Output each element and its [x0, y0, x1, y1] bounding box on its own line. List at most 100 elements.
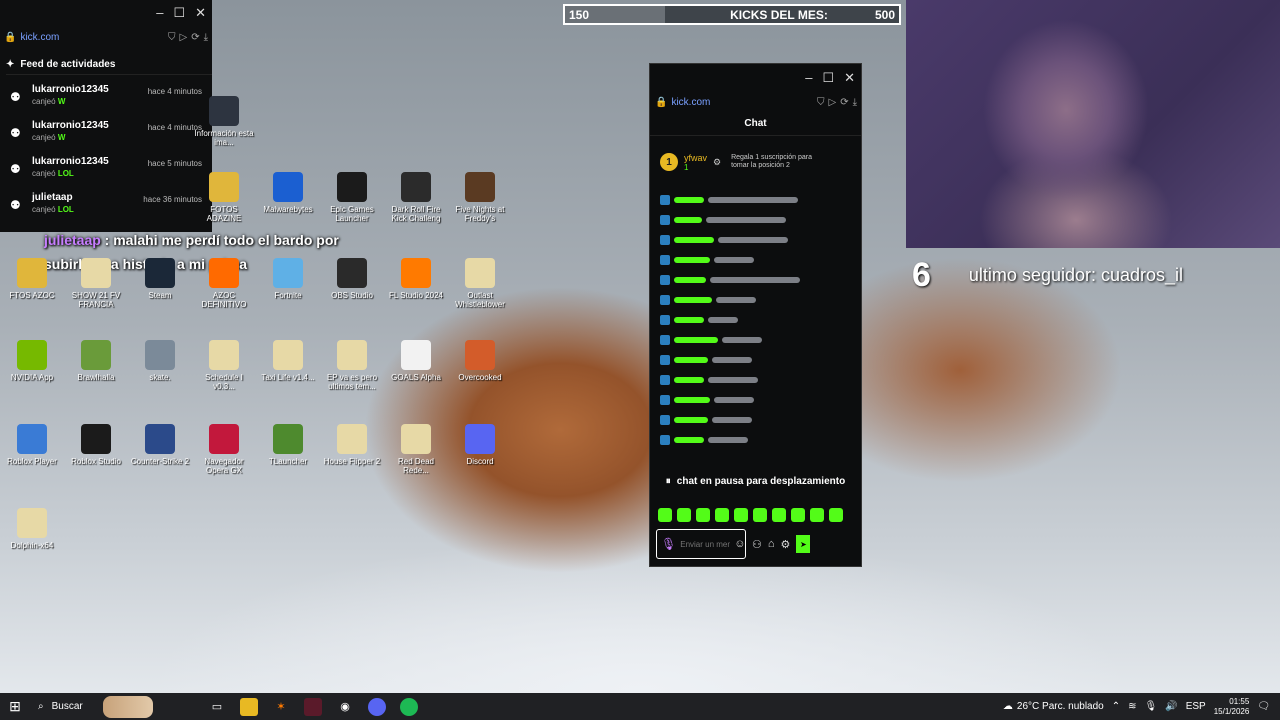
- extension-icon[interactable]: ⟳: [191, 32, 199, 43]
- mic-icon[interactable]: 🎙: [661, 537, 676, 551]
- chat-username[interactable]: [674, 317, 704, 323]
- opera-gx-taskbar-icon[interactable]: [304, 697, 322, 716]
- close-icon[interactable]: ✕: [844, 70, 855, 86]
- emote-icon[interactable]: [753, 508, 767, 522]
- speaker-icon[interactable]: 🔊: [1165, 701, 1177, 712]
- chevron-up-icon[interactable]: ⌃: [1112, 701, 1120, 712]
- desktop-icon[interactable]: FTOS AZOC: [2, 258, 62, 300]
- url-text[interactable]: kick.com: [20, 32, 164, 43]
- message-field[interactable]: [680, 539, 731, 549]
- notification-icon[interactable]: 🗨: [1257, 701, 1270, 712]
- chat-username[interactable]: [674, 417, 708, 423]
- emoji-icon[interactable]: ☺: [734, 538, 745, 550]
- taskbar-search[interactable]: ⌕ Buscar: [30, 693, 190, 720]
- desktop-icon[interactable]: Brawlhalla: [66, 340, 126, 382]
- file-explorer-icon[interactable]: [240, 697, 258, 716]
- obs-taskbar-icon[interactable]: ◉: [336, 698, 354, 716]
- weather-widget[interactable]: ☁ 26°C Parc. nublado: [1003, 701, 1104, 712]
- desktop-icon[interactable]: Schedule I v0.3...: [194, 340, 254, 391]
- address-bar[interactable]: 🔒 kick.com ⛉ ▷ ⟳ ⤓: [655, 94, 857, 110]
- chat-username[interactable]: [674, 217, 702, 223]
- desktop-icon[interactable]: skate.: [130, 340, 190, 382]
- desktop-icon[interactable]: NVIDIA App: [2, 340, 62, 382]
- play-icon[interactable]: ▷: [828, 97, 836, 108]
- desktop-icon[interactable]: Roblox Studio: [66, 424, 126, 466]
- download-icon[interactable]: ⤓: [853, 97, 857, 108]
- chat-username[interactable]: [674, 437, 704, 443]
- chat-username[interactable]: [674, 237, 714, 243]
- shield-icon[interactable]: ⛉: [168, 32, 176, 43]
- desktop-icon[interactable]: Outlast Whistleblower: [450, 258, 510, 309]
- play-icon[interactable]: ▷: [179, 32, 187, 43]
- chat-username[interactable]: [674, 397, 710, 403]
- chat-username[interactable]: [674, 257, 710, 263]
- url-text[interactable]: kick.com: [671, 97, 813, 108]
- chat-username[interactable]: [674, 277, 706, 283]
- minimize-icon[interactable]: –: [156, 5, 163, 21]
- emote-icon[interactable]: [715, 508, 729, 522]
- desktop-icon[interactable]: GOALS Alpha: [386, 340, 446, 382]
- desktop-icon[interactable]: Overcooked: [450, 340, 510, 382]
- download-icon[interactable]: ⤓: [204, 32, 208, 43]
- desktop-icon[interactable]: Malwarebytes: [258, 172, 318, 214]
- desktop-icon[interactable]: FOTOS ADAZINE: [194, 172, 254, 223]
- mic-tray-icon[interactable]: 🎙: [1145, 701, 1158, 712]
- desktop-icon[interactable]: Discord: [450, 424, 510, 466]
- desktop-icon[interactable]: Steam: [130, 258, 190, 300]
- emote-icon[interactable]: [791, 508, 805, 522]
- desktop-icon[interactable]: SHOW 21 FV FRANCIA: [66, 258, 126, 309]
- chat-username[interactable]: [674, 297, 712, 303]
- desktop-icon[interactable]: Fortnite: [258, 258, 318, 300]
- clock[interactable]: 01:55 15/1/2026: [1214, 697, 1250, 717]
- task-view-icon[interactable]: ▭: [208, 698, 226, 716]
- desktop-icon[interactable]: Información esta ima...: [194, 96, 254, 147]
- emote-icon[interactable]: [677, 508, 691, 522]
- discord-taskbar-icon[interactable]: [368, 697, 386, 716]
- chat-username[interactable]: [674, 337, 718, 343]
- desktop-icon[interactable]: Taxi Life v1.4...: [258, 340, 318, 382]
- language-indicator[interactable]: ESP: [1186, 701, 1206, 712]
- maximize-icon[interactable]: ☐: [822, 70, 834, 86]
- chat-input[interactable]: 🎙 ☺: [656, 529, 746, 559]
- desktop-icon[interactable]: Epic Games Launcher: [322, 172, 382, 223]
- fl-studio-taskbar-icon[interactable]: ✶: [272, 698, 290, 716]
- chat-messages[interactable]: [660, 192, 851, 472]
- desktop-icon[interactable]: Navegador Opera GX: [194, 424, 254, 475]
- desktop-icon[interactable]: EP va es pero ultimos tem...: [322, 340, 382, 391]
- settings-icon[interactable]: ⚙: [781, 538, 791, 551]
- emote-icon[interactable]: [696, 508, 710, 522]
- desktop-icon[interactable]: Dolphin-x64: [2, 508, 62, 550]
- emote-icon[interactable]: [734, 508, 748, 522]
- store-icon[interactable]: ⌂: [768, 538, 775, 550]
- emote-icon[interactable]: [658, 508, 672, 522]
- desktop-icon[interactable]: Red Dead Rede...: [386, 424, 446, 475]
- desktop-icon[interactable]: Five Nights at Freddy's: [450, 172, 510, 223]
- desktop-icon[interactable]: House Flipper 2: [322, 424, 382, 466]
- emote-bar[interactable]: [658, 508, 853, 522]
- emote-icon[interactable]: [772, 508, 786, 522]
- desktop-icon[interactable]: AZOC DEFINITIVO: [194, 258, 254, 309]
- close-icon[interactable]: ✕: [195, 5, 206, 21]
- windows-start-icon[interactable]: ⊞: [0, 698, 30, 715]
- desktop-icon[interactable]: Dark Roll Fire Kick Challeng: [386, 172, 446, 223]
- desktop-icon[interactable]: Counter-Strike 2: [130, 424, 190, 466]
- desktop-icon[interactable]: Roblox Player: [2, 424, 62, 466]
- users-icon[interactable]: ⚇: [752, 538, 762, 551]
- address-bar[interactable]: 🔒 kick.com ⛉ ▷ ⟳ ⤓: [4, 28, 208, 46]
- search-highlight-image[interactable]: [102, 695, 153, 718]
- desktop-icon[interactable]: FL Studio 2024: [386, 258, 446, 300]
- chat-username[interactable]: [674, 357, 708, 363]
- wifi-icon[interactable]: ≋: [1128, 701, 1136, 712]
- emote-icon[interactable]: [829, 508, 843, 522]
- shield-icon[interactable]: ⛉: [817, 97, 825, 108]
- chat-username[interactable]: [674, 197, 704, 203]
- desktop-icon[interactable]: OBS Studio: [322, 258, 382, 300]
- pinned-user[interactable]: yfwav: [684, 153, 707, 163]
- minimize-icon[interactable]: –: [805, 70, 812, 86]
- maximize-icon[interactable]: ☐: [173, 5, 185, 21]
- desktop-icon[interactable]: TLauncher: [258, 424, 318, 466]
- chat-username[interactable]: [674, 377, 704, 383]
- chat-paused-banner[interactable]: ⏸ chat en pausa para desplazamiento: [658, 472, 853, 490]
- spotify-taskbar-icon[interactable]: [400, 697, 418, 716]
- emote-icon[interactable]: [810, 508, 824, 522]
